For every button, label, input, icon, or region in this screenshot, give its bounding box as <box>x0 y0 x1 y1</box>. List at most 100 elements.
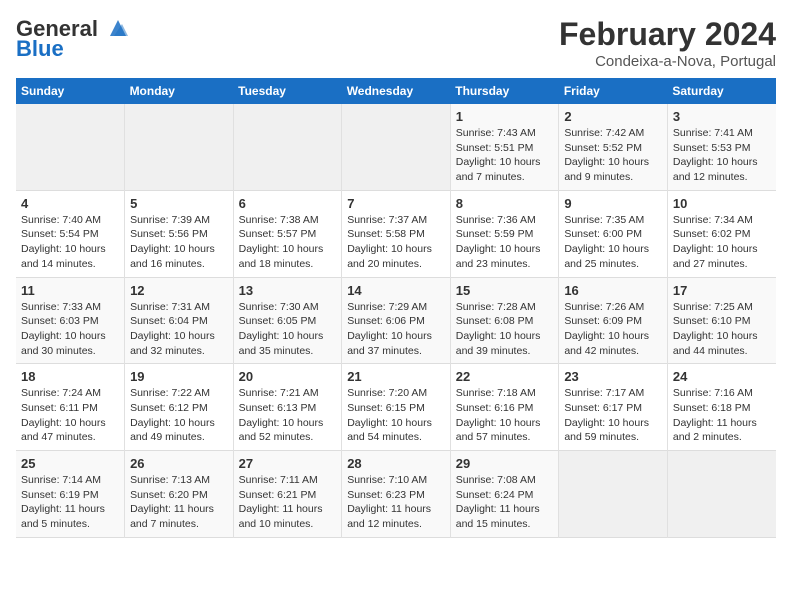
calendar-cell: 25 Sunrise: 7:14 AM Sunset: 6:19 PM Dayli… <box>16 451 125 538</box>
day-number: 29 <box>456 456 554 471</box>
day-number: 2 <box>564 109 662 124</box>
day-number: 18 <box>21 369 119 384</box>
calendar-cell: 6 Sunrise: 7:38 AM Sunset: 5:57 PM Daylig… <box>233 190 342 277</box>
calendar-cell <box>16 104 125 190</box>
day-info: Sunrise: 7:34 AM Sunset: 6:02 PM Dayligh… <box>673 213 771 272</box>
calendar-cell <box>342 104 451 190</box>
day-info: Sunrise: 7:24 AM Sunset: 6:11 PM Dayligh… <box>21 386 119 445</box>
day-info: Sunrise: 7:35 AM Sunset: 6:00 PM Dayligh… <box>564 213 662 272</box>
day-info: Sunrise: 7:29 AM Sunset: 6:06 PM Dayligh… <box>347 300 445 359</box>
day-number: 4 <box>21 196 119 211</box>
calendar-title: February 2024 <box>559 16 776 53</box>
day-info: Sunrise: 7:43 AM Sunset: 5:51 PM Dayligh… <box>456 126 554 185</box>
day-number: 20 <box>239 369 337 384</box>
calendar-cell: 23 Sunrise: 7:17 AM Sunset: 6:17 PM Dayli… <box>559 364 668 451</box>
day-info: Sunrise: 7:10 AM Sunset: 6:23 PM Dayligh… <box>347 473 445 532</box>
day-number: 9 <box>564 196 662 211</box>
day-info: Sunrise: 7:38 AM Sunset: 5:57 PM Dayligh… <box>239 213 337 272</box>
weekday-header-monday: Monday <box>125 78 234 104</box>
calendar-cell: 9 Sunrise: 7:35 AM Sunset: 6:00 PM Daylig… <box>559 190 668 277</box>
calendar-cell: 14 Sunrise: 7:29 AM Sunset: 6:06 PM Dayli… <box>342 277 451 364</box>
logo: General Blue <box>16 16 130 61</box>
calendar-cell: 10 Sunrise: 7:34 AM Sunset: 6:02 PM Dayli… <box>667 190 776 277</box>
calendar-cell <box>233 104 342 190</box>
week-row-5: 25 Sunrise: 7:14 AM Sunset: 6:19 PM Dayli… <box>16 451 776 538</box>
day-info: Sunrise: 7:26 AM Sunset: 6:09 PM Dayligh… <box>564 300 662 359</box>
day-info: Sunrise: 7:17 AM Sunset: 6:17 PM Dayligh… <box>564 386 662 445</box>
calendar-cell: 26 Sunrise: 7:13 AM Sunset: 6:20 PM Dayli… <box>125 451 234 538</box>
day-number: 14 <box>347 283 445 298</box>
day-number: 28 <box>347 456 445 471</box>
weekday-header-row: SundayMondayTuesdayWednesdayThursdayFrid… <box>16 78 776 104</box>
day-number: 13 <box>239 283 337 298</box>
day-info: Sunrise: 7:08 AM Sunset: 6:24 PM Dayligh… <box>456 473 554 532</box>
calendar-cell: 22Sunrise: 7:18 AM Sunset: 6:16 PM Dayli… <box>450 364 559 451</box>
day-info: Sunrise: 7:41 AM Sunset: 5:53 PM Dayligh… <box>673 126 771 185</box>
day-number: 5 <box>130 196 228 211</box>
calendar-cell: 24Sunrise: 7:16 AM Sunset: 6:18 PM Dayli… <box>667 364 776 451</box>
day-info: Sunrise: 7:36 AM Sunset: 5:59 PM Dayligh… <box>456 213 554 272</box>
day-info: Sunrise: 7:21 AM Sunset: 6:13 PM Dayligh… <box>239 386 337 445</box>
calendar-cell: 20 Sunrise: 7:21 AM Sunset: 6:13 PM Dayli… <box>233 364 342 451</box>
day-info: Sunrise: 7:22 AM Sunset: 6:12 PM Dayligh… <box>130 386 228 445</box>
day-info: Sunrise: 7:37 AM Sunset: 5:58 PM Dayligh… <box>347 213 445 272</box>
week-row-1: 1 Sunrise: 7:43 AM Sunset: 5:51 PM Daylig… <box>16 104 776 190</box>
calendar-cell: 18 Sunrise: 7:24 AM Sunset: 6:11 PM Dayli… <box>16 364 125 451</box>
day-info: Sunrise: 7:28 AM Sunset: 6:08 PM Dayligh… <box>456 300 554 359</box>
calendar-table: SundayMondayTuesdayWednesdayThursdayFrid… <box>16 78 776 538</box>
day-number: 19 <box>130 369 228 384</box>
calendar-cell: 5 Sunrise: 7:39 AM Sunset: 5:56 PM Daylig… <box>125 190 234 277</box>
calendar-cell <box>559 451 668 538</box>
day-number: 27 <box>239 456 337 471</box>
weekday-header-tuesday: Tuesday <box>233 78 342 104</box>
day-number: 7 <box>347 196 445 211</box>
day-info: Sunrise: 7:18 AM Sunset: 6:16 PM Dayligh… <box>456 386 554 445</box>
weekday-header-wednesday: Wednesday <box>342 78 451 104</box>
day-number: 15 <box>456 283 554 298</box>
day-info: Sunrise: 7:39 AM Sunset: 5:56 PM Dayligh… <box>130 213 228 272</box>
day-number: 6 <box>239 196 337 211</box>
calendar-cell: 28 Sunrise: 7:10 AM Sunset: 6:23 PM Dayli… <box>342 451 451 538</box>
calendar-cell: 7 Sunrise: 7:37 AM Sunset: 5:58 PM Daylig… <box>342 190 451 277</box>
calendar-cell <box>667 451 776 538</box>
calendar-cell: 11Sunrise: 7:33 AM Sunset: 6:03 PM Dayli… <box>16 277 125 364</box>
calendar-cell: 2 Sunrise: 7:42 AM Sunset: 5:52 PM Daylig… <box>559 104 668 190</box>
day-info: Sunrise: 7:16 AM Sunset: 6:18 PM Dayligh… <box>673 386 771 445</box>
calendar-cell: 4Sunrise: 7:40 AM Sunset: 5:54 PM Daylig… <box>16 190 125 277</box>
day-info: Sunrise: 7:33 AM Sunset: 6:03 PM Dayligh… <box>21 300 119 359</box>
day-number: 8 <box>456 196 554 211</box>
day-info: Sunrise: 7:30 AM Sunset: 6:05 PM Dayligh… <box>239 300 337 359</box>
weekday-header-saturday: Saturday <box>667 78 776 104</box>
week-row-2: 4Sunrise: 7:40 AM Sunset: 5:54 PM Daylig… <box>16 190 776 277</box>
day-info: Sunrise: 7:20 AM Sunset: 6:15 PM Dayligh… <box>347 386 445 445</box>
day-info: Sunrise: 7:13 AM Sunset: 6:20 PM Dayligh… <box>130 473 228 532</box>
calendar-cell: 17 Sunrise: 7:25 AM Sunset: 6:10 PM Dayli… <box>667 277 776 364</box>
weekday-header-sunday: Sunday <box>16 78 125 104</box>
day-number: 12 <box>130 283 228 298</box>
calendar-cell <box>125 104 234 190</box>
day-number: 17 <box>673 283 771 298</box>
calendar-subtitle: Condeixa-a-Nova, Portugal <box>559 53 776 70</box>
day-number: 1 <box>456 109 554 124</box>
weekday-header-thursday: Thursday <box>450 78 559 104</box>
page-header: General Blue February 2024 Condeixa-a-No… <box>16 16 776 70</box>
title-block: February 2024 Condeixa-a-Nova, Portugal <box>559 16 776 70</box>
day-number: 3 <box>673 109 771 124</box>
calendar-cell: 19 Sunrise: 7:22 AM Sunset: 6:12 PM Dayli… <box>125 364 234 451</box>
day-info: Sunrise: 7:25 AM Sunset: 6:10 PM Dayligh… <box>673 300 771 359</box>
day-number: 16 <box>564 283 662 298</box>
calendar-cell: 13 Sunrise: 7:30 AM Sunset: 6:05 PM Dayli… <box>233 277 342 364</box>
week-row-3: 11Sunrise: 7:33 AM Sunset: 6:03 PM Dayli… <box>16 277 776 364</box>
calendar-cell: 21Sunrise: 7:20 AM Sunset: 6:15 PM Dayli… <box>342 364 451 451</box>
day-info: Sunrise: 7:14 AM Sunset: 6:19 PM Dayligh… <box>21 473 119 532</box>
calendar-cell: 3 Sunrise: 7:41 AM Sunset: 5:53 PM Daylig… <box>667 104 776 190</box>
day-number: 10 <box>673 196 771 211</box>
day-info: Sunrise: 7:31 AM Sunset: 6:04 PM Dayligh… <box>130 300 228 359</box>
day-number: 25 <box>21 456 119 471</box>
weekday-header-friday: Friday <box>559 78 668 104</box>
day-number: 23 <box>564 369 662 384</box>
calendar-cell: 8 Sunrise: 7:36 AM Sunset: 5:59 PM Daylig… <box>450 190 559 277</box>
calendar-cell: 12 Sunrise: 7:31 AM Sunset: 6:04 PM Dayli… <box>125 277 234 364</box>
day-number: 26 <box>130 456 228 471</box>
day-info: Sunrise: 7:42 AM Sunset: 5:52 PM Dayligh… <box>564 126 662 185</box>
